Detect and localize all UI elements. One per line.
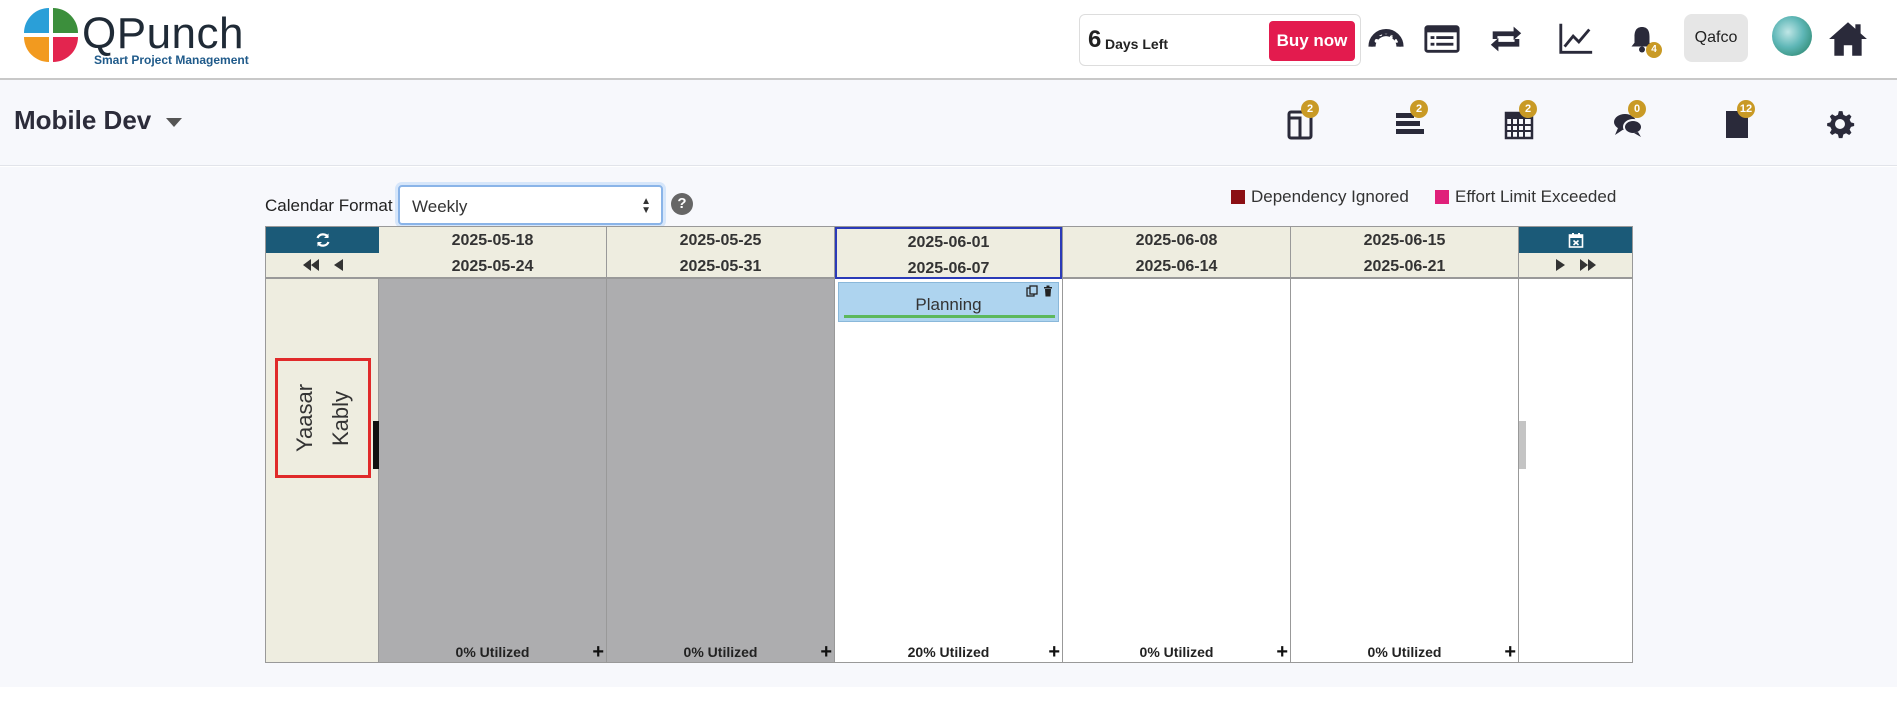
week-header: 2025-05-25 2025-05-31	[607, 227, 834, 279]
refresh-button[interactable]	[266, 227, 379, 253]
gantt-count-badge: 2	[1410, 100, 1428, 118]
logo-text: QPunch	[82, 9, 244, 58]
logo-tagline: Smart Project Management	[94, 53, 249, 67]
nav-forward-controls	[1519, 253, 1632, 279]
legend-swatch-effort	[1435, 190, 1449, 204]
legend-label: Effort Limit Exceeded	[1455, 187, 1617, 206]
task-card[interactable]: Planning	[838, 282, 1059, 322]
task-progress-bar	[844, 315, 1055, 318]
week-end: 2025-06-21	[1363, 258, 1446, 275]
trial-days-count: 6	[1088, 26, 1102, 53]
add-task-button[interactable]: +	[820, 642, 832, 662]
resource-name: Yaasar Kably	[292, 383, 353, 453]
resource-column: Yaasar Kably	[266, 227, 379, 662]
dashboard-icon[interactable]	[1362, 14, 1410, 64]
week-header-current: 2025-06-01 2025-06-07	[835, 227, 1062, 279]
week-header: 2025-05-18 2025-05-24	[379, 227, 606, 279]
bell-icon[interactable]: 4	[1618, 14, 1666, 64]
week-column: 2025-06-01 2025-06-07 Planning 20% Utili…	[835, 227, 1063, 662]
week-start: 2025-05-18	[451, 232, 534, 249]
week-column: 2025-05-25 2025-05-31 0% Utilized +	[607, 227, 835, 662]
calendar-content: Calendar Format Weekly ▲ ▼ ? Dependency I…	[0, 167, 1897, 687]
boards-count-badge: 2	[1301, 100, 1319, 118]
calendar-clear-icon	[1568, 233, 1583, 248]
right-nav-column	[1519, 227, 1632, 662]
week-column: 2025-05-18 2025-05-24 0% Utilized +	[379, 227, 607, 662]
week-utilization: 0% Utilized	[683, 644, 758, 660]
chat-count-badge: 0	[1628, 100, 1646, 118]
week-start: 2025-06-15	[1363, 232, 1446, 249]
select-caret-icon: ▲ ▼	[641, 196, 651, 216]
today-button[interactable]	[1519, 227, 1632, 253]
week-end: 2025-06-07	[907, 260, 990, 277]
resource-name-box[interactable]: Yaasar Kably	[275, 358, 371, 478]
calendar-icon[interactable]: 2	[1495, 100, 1543, 146]
sync-icon[interactable]	[1482, 14, 1530, 64]
week-utilization: 20% Utilized	[907, 644, 990, 660]
notification-badge: 4	[1646, 42, 1662, 58]
week-utilization: 0% Utilized	[455, 644, 530, 660]
add-task-button[interactable]: +	[1504, 642, 1516, 662]
trial-days-label: Days Left	[1105, 36, 1169, 52]
home-icon[interactable]	[1824, 14, 1872, 64]
add-task-button[interactable]: +	[592, 642, 604, 662]
week-end: 2025-05-31	[679, 258, 762, 275]
calendar-grid: Yaasar Kably 2025-05-18 2025-05-24 0% Ut…	[265, 226, 1633, 663]
trial-panel: 6 Days Left Buy now	[1079, 14, 1361, 66]
boards-icon[interactable]: 2	[1277, 100, 1325, 146]
calendar-format-select[interactable]: Weekly ▲ ▼	[398, 185, 663, 225]
step-forward-icon[interactable]	[1555, 258, 1567, 272]
week-utilization: 0% Utilized	[1139, 644, 1214, 660]
calendar-format-label: Calendar Format	[265, 196, 393, 215]
week-start: 2025-05-25	[679, 232, 762, 249]
globe-avatar[interactable]	[1772, 16, 1812, 56]
week-start: 2025-06-08	[1135, 232, 1218, 249]
legend-effort-limit: Effort Limit Exceeded	[1435, 187, 1616, 207]
week-header: 2025-06-15 2025-06-21	[1291, 227, 1518, 279]
week-start: 2025-06-01	[907, 234, 990, 251]
week-header: 2025-06-08 2025-06-14	[1063, 227, 1290, 279]
week-body[interactable]: 0% Utilized +	[1291, 279, 1518, 662]
chart-line-icon[interactable]	[1552, 14, 1600, 64]
week-body[interactable]: Planning 20% Utilized +	[835, 279, 1062, 662]
task-label: Planning	[915, 295, 982, 314]
add-task-button[interactable]: +	[1048, 642, 1060, 662]
week-end: 2025-05-24	[451, 258, 534, 275]
week-body[interactable]: 0% Utilized +	[1063, 279, 1290, 662]
gear-icon[interactable]	[1816, 102, 1864, 146]
fast-backward-icon[interactable]	[302, 258, 320, 272]
list-icon[interactable]	[1418, 14, 1466, 64]
file-count-badge: 12	[1737, 100, 1755, 118]
help-icon[interactable]: ?	[671, 193, 693, 215]
week-column: 2025-06-15 2025-06-21 0% Utilized +	[1291, 227, 1519, 662]
add-task-button[interactable]: +	[1276, 642, 1288, 662]
project-title[interactable]: Mobile Dev	[14, 104, 151, 136]
top-header: QPunch Smart Project Management 6 Days L…	[0, 0, 1897, 80]
buy-now-button[interactable]: Buy now	[1269, 21, 1355, 61]
step-backward-icon[interactable]	[332, 258, 344, 272]
fast-forward-icon[interactable]	[1579, 258, 1597, 272]
week-end: 2025-06-14	[1135, 258, 1218, 275]
legend-swatch-dependency	[1231, 190, 1245, 204]
qpunch-logo[interactable]: QPunch Smart Project Management	[24, 8, 264, 70]
user-button[interactable]: Qafco	[1684, 14, 1748, 62]
legend-dependency-ignored: Dependency Ignored	[1231, 187, 1409, 207]
nav-back-controls	[266, 253, 379, 279]
project-bar: Mobile Dev 2 2 2 0 12	[0, 80, 1897, 166]
calendar-format-value: Weekly	[412, 197, 468, 216]
chevron-down-icon[interactable]	[166, 118, 182, 127]
calendar-count-badge: 2	[1519, 100, 1537, 118]
gantt-icon[interactable]: 2	[1386, 100, 1434, 146]
week-body[interactable]: 0% Utilized +	[379, 279, 606, 662]
scrollbar-thumb[interactable]	[1519, 421, 1526, 469]
week-column: 2025-06-08 2025-06-14 0% Utilized +	[1063, 227, 1291, 662]
week-body[interactable]: 0% Utilized +	[607, 279, 834, 662]
week-utilization: 0% Utilized	[1367, 644, 1442, 660]
logo-mark-icon	[24, 8, 78, 62]
refresh-icon	[315, 233, 330, 247]
file-icon[interactable]: 12	[1713, 100, 1761, 146]
legend-label: Dependency Ignored	[1251, 187, 1409, 206]
chat-icon[interactable]: 0	[1604, 100, 1652, 146]
